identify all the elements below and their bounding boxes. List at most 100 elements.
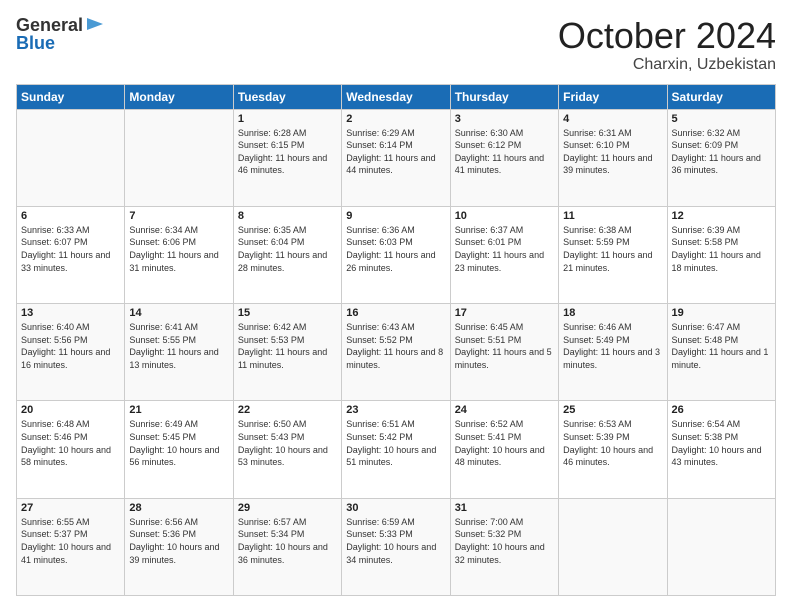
- day-info: Sunrise: 6:36 AM Sunset: 6:03 PM Dayligh…: [346, 224, 445, 274]
- day-info: Sunrise: 6:31 AM Sunset: 6:10 PM Dayligh…: [563, 127, 662, 177]
- calendar-cell: [559, 498, 667, 595]
- col-header-friday: Friday: [559, 84, 667, 109]
- day-info: Sunrise: 6:35 AM Sunset: 6:04 PM Dayligh…: [238, 224, 337, 274]
- day-number: 15: [238, 307, 337, 319]
- calendar-table: SundayMondayTuesdayWednesdayThursdayFrid…: [16, 84, 776, 596]
- calendar-cell: 29 Sunrise: 6:57 AM Sunset: 5:34 PM Dayli…: [233, 498, 341, 595]
- calendar-cell: 3Sunrise: 6:30 AM Sunset: 6:12 PM Daylig…: [450, 109, 558, 206]
- day-info: Sunrise: 6:48 AM Sunset: 5:46 PM Dayligh…: [21, 418, 120, 468]
- calendar-cell: 28 Sunrise: 6:56 AM Sunset: 5:36 PM Dayli…: [125, 498, 233, 595]
- day-number: 31: [455, 502, 554, 514]
- day-info: Sunrise: 6:43 AM Sunset: 5:52 PM Dayligh…: [346, 321, 445, 371]
- calendar-cell: 8 Sunrise: 6:35 AM Sunset: 6:04 PM Daylig…: [233, 206, 341, 303]
- day-info: Sunrise: 6:49 AM Sunset: 5:45 PM Dayligh…: [129, 418, 228, 468]
- logo-arrow-icon: [85, 14, 105, 34]
- calendar-cell: 22 Sunrise: 6:50 AM Sunset: 5:43 PM Dayli…: [233, 401, 341, 498]
- day-number: 4: [563, 113, 662, 125]
- calendar-cell: [17, 109, 125, 206]
- title-block: October 2024 Charxin, Uzbekistan: [558, 16, 776, 74]
- day-number: 12: [672, 210, 771, 222]
- day-info: Sunrise: 6:41 AM Sunset: 5:55 PM Dayligh…: [129, 321, 228, 371]
- calendar-cell: 12 Sunrise: 6:39 AM Sunset: 5:58 PM Dayli…: [667, 206, 775, 303]
- day-info: Sunrise: 6:53 AM Sunset: 5:39 PM Dayligh…: [563, 418, 662, 468]
- col-header-sunday: Sunday: [17, 84, 125, 109]
- page: General Blue October 2024 Charxin, Uzbek…: [0, 0, 792, 612]
- calendar-cell: 15 Sunrise: 6:42 AM Sunset: 5:53 PM Dayli…: [233, 304, 341, 401]
- week-row-1: 1 Sunrise: 6:28 AM Sunset: 6:15 PM Daylig…: [17, 109, 776, 206]
- day-info: Sunrise: 6:42 AM Sunset: 5:53 PM Dayligh…: [238, 321, 337, 371]
- day-info: Sunrise: 6:28 AM Sunset: 6:15 PM Dayligh…: [238, 127, 337, 177]
- day-number: 19: [672, 307, 771, 319]
- logo-blue-text: Blue: [16, 34, 105, 52]
- calendar-cell: 1 Sunrise: 6:28 AM Sunset: 6:15 PM Daylig…: [233, 109, 341, 206]
- day-info: Sunrise: 6:46 AM Sunset: 5:49 PM Dayligh…: [563, 321, 662, 371]
- calendar-cell: 18 Sunrise: 6:46 AM Sunset: 5:49 PM Dayli…: [559, 304, 667, 401]
- calendar-cell: 10 Sunrise: 6:37 AM Sunset: 6:01 PM Dayli…: [450, 206, 558, 303]
- calendar-cell: 6Sunrise: 6:33 AM Sunset: 6:07 PM Daylig…: [17, 206, 125, 303]
- calendar-cell: [125, 109, 233, 206]
- calendar-cell: 23 Sunrise: 6:51 AM Sunset: 5:42 PM Dayli…: [342, 401, 450, 498]
- day-number: 17: [455, 307, 554, 319]
- day-number: 20: [21, 404, 120, 416]
- day-info: Sunrise: 6:39 AM Sunset: 5:58 PM Dayligh…: [672, 224, 771, 274]
- header-row: SundayMondayTuesdayWednesdayThursdayFrid…: [17, 84, 776, 109]
- day-number: 25: [563, 404, 662, 416]
- day-info: Sunrise: 6:50 AM Sunset: 5:43 PM Dayligh…: [238, 418, 337, 468]
- calendar-cell: 5 Sunrise: 6:32 AM Sunset: 6:09 PM Daylig…: [667, 109, 775, 206]
- day-info: Sunrise: 6:51 AM Sunset: 5:42 PM Dayligh…: [346, 418, 445, 468]
- day-info: Sunrise: 6:56 AM Sunset: 5:36 PM Dayligh…: [129, 516, 228, 566]
- day-info: Sunrise: 6:30 AM Sunset: 6:12 PM Dayligh…: [455, 127, 554, 177]
- day-info: Sunrise: 7:00 AM Sunset: 5:32 PM Dayligh…: [455, 516, 554, 566]
- col-header-saturday: Saturday: [667, 84, 775, 109]
- day-number: 1: [238, 113, 337, 125]
- day-number: 18: [563, 307, 662, 319]
- day-info: Sunrise: 6:40 AM Sunset: 5:56 PM Dayligh…: [21, 321, 120, 371]
- calendar-cell: 16Sunrise: 6:43 AM Sunset: 5:52 PM Dayli…: [342, 304, 450, 401]
- calendar-cell: 24Sunrise: 6:52 AM Sunset: 5:41 PM Dayli…: [450, 401, 558, 498]
- logo-general-text: General: [16, 16, 83, 34]
- day-number: 22: [238, 404, 337, 416]
- day-number: 23: [346, 404, 445, 416]
- day-number: 14: [129, 307, 228, 319]
- day-number: 28: [129, 502, 228, 514]
- calendar-cell: 17 Sunrise: 6:45 AM Sunset: 5:51 PM Dayli…: [450, 304, 558, 401]
- day-number: 5: [672, 113, 771, 125]
- day-info: Sunrise: 6:32 AM Sunset: 6:09 PM Dayligh…: [672, 127, 771, 177]
- day-number: 10: [455, 210, 554, 222]
- day-info: Sunrise: 6:38 AM Sunset: 5:59 PM Dayligh…: [563, 224, 662, 274]
- calendar-cell: 2Sunrise: 6:29 AM Sunset: 6:14 PM Daylig…: [342, 109, 450, 206]
- month-title: October 2024: [558, 16, 776, 56]
- day-info: Sunrise: 6:37 AM Sunset: 6:01 PM Dayligh…: [455, 224, 554, 274]
- day-info: Sunrise: 6:45 AM Sunset: 5:51 PM Dayligh…: [455, 321, 554, 371]
- day-info: Sunrise: 6:57 AM Sunset: 5:34 PM Dayligh…: [238, 516, 337, 566]
- header: General Blue October 2024 Charxin, Uzbek…: [16, 16, 776, 74]
- calendar-cell: 14 Sunrise: 6:41 AM Sunset: 5:55 PM Dayli…: [125, 304, 233, 401]
- week-row-4: 20 Sunrise: 6:48 AM Sunset: 5:46 PM Dayli…: [17, 401, 776, 498]
- calendar-cell: 27 Sunrise: 6:55 AM Sunset: 5:37 PM Dayli…: [17, 498, 125, 595]
- day-info: Sunrise: 6:33 AM Sunset: 6:07 PM Dayligh…: [21, 224, 120, 274]
- col-header-tuesday: Tuesday: [233, 84, 341, 109]
- col-header-wednesday: Wednesday: [342, 84, 450, 109]
- day-number: 9: [346, 210, 445, 222]
- calendar-cell: 21 Sunrise: 6:49 AM Sunset: 5:45 PM Dayli…: [125, 401, 233, 498]
- day-info: Sunrise: 6:34 AM Sunset: 6:06 PM Dayligh…: [129, 224, 228, 274]
- day-number: 29: [238, 502, 337, 514]
- day-info: Sunrise: 6:55 AM Sunset: 5:37 PM Dayligh…: [21, 516, 120, 566]
- day-number: 27: [21, 502, 120, 514]
- day-number: 30: [346, 502, 445, 514]
- location-title: Charxin, Uzbekistan: [558, 56, 776, 74]
- day-info: Sunrise: 6:59 AM Sunset: 5:33 PM Dayligh…: [346, 516, 445, 566]
- day-info: Sunrise: 6:54 AM Sunset: 5:38 PM Dayligh…: [672, 418, 771, 468]
- day-info: Sunrise: 6:52 AM Sunset: 5:41 PM Dayligh…: [455, 418, 554, 468]
- day-number: 2: [346, 113, 445, 125]
- calendar-cell: 9 Sunrise: 6:36 AM Sunset: 6:03 PM Daylig…: [342, 206, 450, 303]
- day-number: 11: [563, 210, 662, 222]
- day-number: 21: [129, 404, 228, 416]
- calendar-cell: 7Sunrise: 6:34 AM Sunset: 6:06 PM Daylig…: [125, 206, 233, 303]
- logo: General Blue: [16, 16, 105, 52]
- col-header-monday: Monday: [125, 84, 233, 109]
- calendar-cell: 20 Sunrise: 6:48 AM Sunset: 5:46 PM Dayli…: [17, 401, 125, 498]
- day-number: 8: [238, 210, 337, 222]
- calendar-cell: 4 Sunrise: 6:31 AM Sunset: 6:10 PM Daylig…: [559, 109, 667, 206]
- calendar-cell: 13Sunrise: 6:40 AM Sunset: 5:56 PM Dayli…: [17, 304, 125, 401]
